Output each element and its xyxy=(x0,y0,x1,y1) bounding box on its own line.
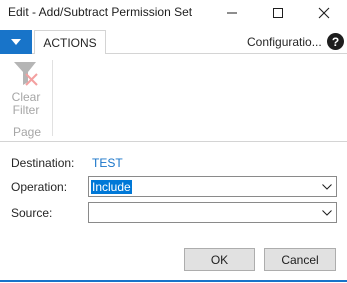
operation-dropdown[interactable]: Include xyxy=(88,176,337,197)
maximize-icon xyxy=(273,8,283,18)
chevron-down-icon[interactable] xyxy=(321,181,333,193)
chevron-down-icon[interactable] xyxy=(321,207,333,219)
ribbon-group-label-page: Page xyxy=(13,125,42,139)
funnel-clear-icon xyxy=(14,62,38,86)
maximize-button[interactable] xyxy=(255,0,301,26)
tab-actions[interactable]: ACTIONS xyxy=(34,30,106,55)
ribbon-tab-bar: ACTIONS Configuratio... ? xyxy=(0,30,347,55)
title-bar: Edit - Add/Subtract Permission Set xyxy=(0,0,347,26)
minimize-icon xyxy=(227,12,237,14)
window-title: Edit - Add/Subtract Permission Set xyxy=(8,5,193,19)
cancel-button[interactable]: Cancel xyxy=(264,248,336,271)
close-button[interactable] xyxy=(301,0,347,26)
destination-label: Destination: xyxy=(11,156,75,170)
source-dropdown[interactable] xyxy=(88,202,337,223)
ok-button[interactable]: OK xyxy=(184,248,255,271)
help-button[interactable]: ? xyxy=(327,33,344,50)
dropdown-arrow-icon xyxy=(11,39,21,45)
ribbon-panel: Clear Filter Page xyxy=(0,54,347,142)
configuration-menu[interactable]: Configuratio... xyxy=(247,35,322,49)
clear-filter-button[interactable]: Clear Filter xyxy=(6,58,46,124)
operation-label: Operation: xyxy=(11,180,68,194)
operation-selected-value: Include xyxy=(91,180,132,194)
minimize-button[interactable] xyxy=(209,0,255,26)
window-bottom-border xyxy=(0,280,347,282)
source-label: Source: xyxy=(11,206,53,220)
ribbon-group-separator xyxy=(52,60,53,136)
clear-filter-label-line2: Filter xyxy=(12,103,40,117)
destination-value: TEST xyxy=(92,156,123,170)
close-icon xyxy=(318,7,330,19)
app-menu-button[interactable] xyxy=(0,30,32,54)
